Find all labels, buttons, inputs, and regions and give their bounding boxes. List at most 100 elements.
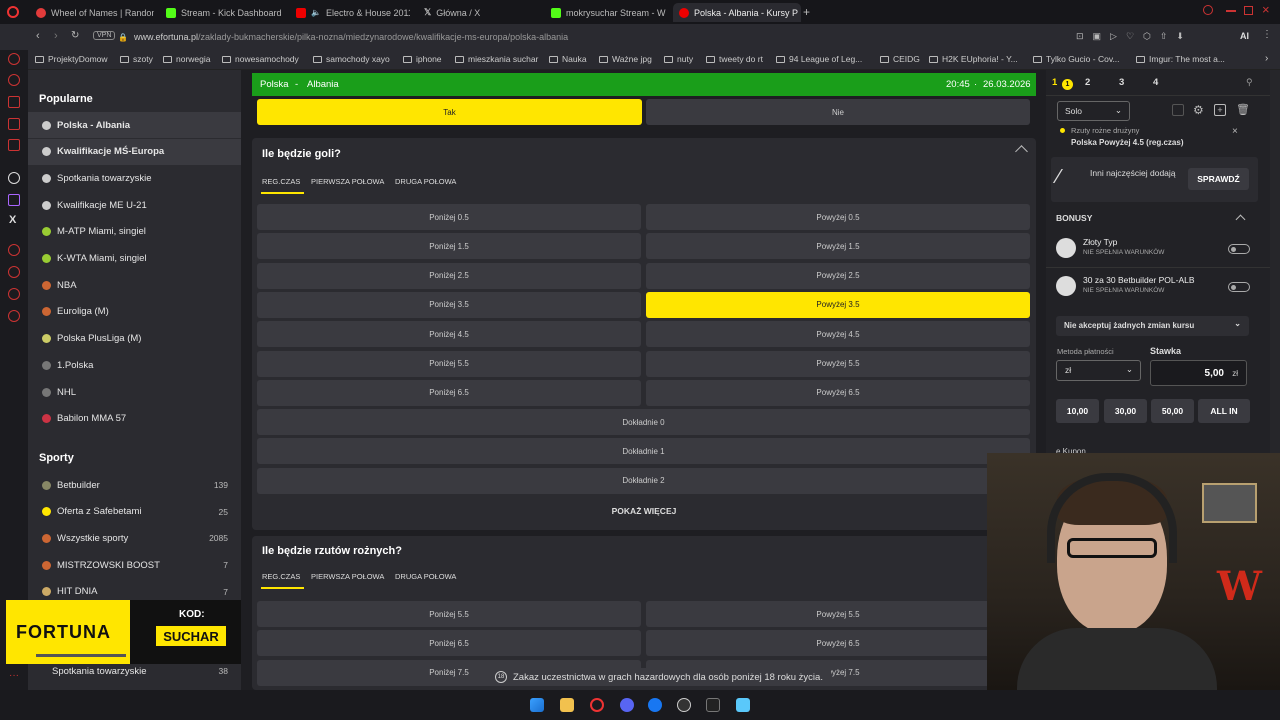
odds-exact[interactable]: Dokładnie 2 bbox=[257, 467, 1030, 494]
pin-icon[interactable] bbox=[8, 266, 20, 278]
quick-stake-button[interactable]: ALL IN bbox=[1198, 399, 1250, 423]
calculator-icon[interactable] bbox=[1172, 104, 1184, 116]
discord-icon[interactable] bbox=[620, 698, 634, 712]
new-tab-button[interactable]: + bbox=[803, 5, 810, 19]
reload-icon[interactable]: ↻ bbox=[71, 30, 79, 41]
odds-over[interactable]: Powyżej 2.5 bbox=[646, 262, 1030, 289]
history-icon[interactable] bbox=[8, 74, 20, 86]
file-explorer-icon[interactable] bbox=[560, 698, 574, 712]
bookmark-item[interactable]: ProjektyDomow bbox=[35, 54, 108, 64]
bookmark-item[interactable]: tweety do rt bbox=[706, 54, 763, 64]
show-more-button[interactable]: POKAŻ WIĘCEJ bbox=[252, 506, 1036, 516]
close-window-icon[interactable]: × bbox=[1262, 2, 1270, 17]
odds-exact[interactable]: Dokładnie 0 bbox=[257, 409, 1030, 435]
sidebar-item[interactable]: Kwalifikacje ME U-21 bbox=[28, 192, 241, 218]
bookmark-item[interactable]: szoty bbox=[120, 54, 153, 64]
windows-start-icon[interactable] bbox=[530, 698, 544, 712]
sidebar-item[interactable]: MISTRZOWSKI BOOST 7 bbox=[28, 552, 241, 578]
check-button[interactable]: SPRAWDŹ bbox=[1188, 168, 1249, 190]
odds-under[interactable]: Poniżej 3.5 bbox=[257, 291, 641, 318]
mail-icon[interactable] bbox=[8, 118, 20, 130]
sidebar-item[interactable]: NHL bbox=[28, 379, 241, 405]
odds-over[interactable]: Powyżej 5.5 bbox=[646, 350, 1030, 377]
back-icon[interactable]: ‹ bbox=[36, 30, 40, 42]
search-tabs-icon[interactable] bbox=[1203, 5, 1213, 15]
odds-exact[interactable]: Dokładnie 1 bbox=[257, 438, 1030, 465]
odds-over[interactable]: Powyżej 5.5 bbox=[646, 601, 1030, 627]
quick-stake-button[interactable]: 10,00 bbox=[1056, 399, 1099, 423]
market-period-tab[interactable]: PIERWSZA POŁOWA bbox=[311, 177, 384, 186]
bookmark-item[interactable]: nuty bbox=[664, 54, 693, 64]
terminal-icon[interactable] bbox=[706, 698, 720, 712]
bookmark-item[interactable]: Imgur: The most a... bbox=[1136, 54, 1225, 64]
odds-under[interactable]: Poniżej 5.5 bbox=[257, 350, 641, 377]
corners-market-title[interactable]: Ile będzie rzutów rożnych? bbox=[262, 545, 402, 557]
odds-over[interactable]: Powyżej 6.5 bbox=[646, 630, 1030, 657]
bookmark-item[interactable]: Tylko Gucio - Cov... bbox=[1033, 54, 1120, 64]
sidebar-item[interactable]: Polska - Albania bbox=[28, 112, 241, 138]
odds-change-select[interactable]: Nie akceptuj żadnych zmian kursu ⌄ bbox=[1056, 316, 1249, 336]
facebook-icon[interactable] bbox=[648, 698, 662, 712]
sidebar-item[interactable]: Babilon MMA 57 bbox=[28, 406, 241, 432]
sidebar-item[interactable]: Spotkania towarzyskie bbox=[28, 165, 241, 191]
match-home-team[interactable]: Polska bbox=[260, 79, 289, 90]
odds-no[interactable]: Nie bbox=[646, 99, 1030, 125]
notepad-icon[interactable] bbox=[736, 698, 750, 712]
odds-under[interactable]: Poniżej 2.5 bbox=[257, 262, 641, 289]
bonus-toggle[interactable] bbox=[1228, 282, 1250, 292]
sidebar-item[interactable]: Kwalifikacje MŚ-Europa bbox=[28, 138, 241, 165]
sidebar-item[interactable]: Wszystkie sporty 2085 bbox=[28, 525, 241, 551]
bookmark-item[interactable]: Nauka bbox=[549, 54, 587, 64]
odds-over[interactable]: Powyżej 0.5 bbox=[646, 204, 1030, 230]
bookmark-item[interactable]: H2K EUphoria! - Y... bbox=[929, 54, 1018, 64]
sidebar-item[interactable]: K-WTA Miami, singiel bbox=[28, 246, 241, 272]
opera-logo-icon[interactable] bbox=[7, 6, 19, 18]
goals-market-title[interactable]: Ile będzie goli? bbox=[262, 148, 341, 160]
trash-icon[interactable]: 🗑 bbox=[1236, 103, 1250, 116]
bookmark-item[interactable]: samochody xayo bbox=[313, 54, 390, 64]
stake-input[interactable]: 5,00 zł bbox=[1150, 360, 1247, 386]
maximize-icon[interactable] bbox=[1244, 6, 1253, 15]
tab-electro-house[interactable]: 🔈 Electro & House 2011 bbox=[290, 3, 410, 22]
odds-yes[interactable]: Tak bbox=[257, 99, 642, 125]
odds-over[interactable]: Powyżej 1.5 bbox=[646, 233, 1030, 260]
collapse-chevron-icon[interactable] bbox=[1015, 145, 1028, 158]
heart-icon[interactable] bbox=[8, 288, 20, 300]
settings-icon[interactable] bbox=[8, 310, 20, 322]
bookmark-item[interactable]: norwegia bbox=[163, 54, 211, 64]
odds-over[interactable]: Powyżej 6.5 bbox=[646, 379, 1030, 406]
vpn-badge[interactable]: VPN bbox=[93, 31, 116, 40]
forward-icon[interactable]: › bbox=[54, 30, 58, 42]
bag-icon[interactable] bbox=[8, 96, 20, 108]
sidebar-item[interactable]: Euroliga (M) bbox=[28, 299, 241, 325]
bookmark-item[interactable]: nowesamochody bbox=[222, 54, 299, 64]
bookmark-item[interactable]: 94 League of Leg... bbox=[776, 54, 862, 64]
chatgpt-icon[interactable] bbox=[8, 172, 20, 184]
twitch-icon[interactable] bbox=[8, 194, 20, 206]
market-period-tab[interactable]: PIERWSZA POŁOWA bbox=[311, 572, 384, 581]
extensions-icons[interactable]: ⊡▣▷♡⬡⇧⬇ bbox=[1076, 31, 1193, 42]
odds-under[interactable]: Poniżej 5.5 bbox=[257, 601, 641, 627]
payment-select[interactable]: zł ⌄ bbox=[1056, 360, 1141, 381]
odds-under[interactable]: Poniżej 0.5 bbox=[257, 204, 641, 230]
x-icon[interactable]: X bbox=[9, 214, 16, 226]
tab-kick-dashboard[interactable]: Stream - Kick Dashboard bbox=[160, 3, 284, 22]
quick-stake-button[interactable]: 50,00 bbox=[1151, 399, 1194, 423]
odds-under[interactable]: Poniżej 4.5 bbox=[257, 321, 641, 348]
tab-x-home[interactable]: 𝕏 Główna / X bbox=[418, 3, 542, 22]
market-period-tab[interactable]: DRUGA POŁOWA bbox=[395, 177, 456, 186]
minimize-icon[interactable] bbox=[1226, 10, 1236, 12]
bookmark-item[interactable]: iphone bbox=[403, 54, 442, 64]
match-away-team[interactable]: Albania bbox=[307, 79, 339, 90]
mic-icon[interactable] bbox=[8, 139, 20, 151]
sidebar-item[interactable]: Oferta z Safebetami 25 bbox=[28, 499, 241, 525]
gear-icon[interactable]: ⚙ bbox=[1193, 103, 1204, 117]
url-bar[interactable]: 🔒 www.efortuna.pl/zaklady-bukmacherskie/… bbox=[118, 28, 1168, 46]
market-period-tab[interactable]: REG.CZAS bbox=[262, 177, 300, 186]
bonus-title[interactable]: BONUSY bbox=[1056, 213, 1092, 223]
market-period-tab[interactable]: DRUGA POŁOWA bbox=[395, 572, 456, 581]
market-period-tab[interactable]: REG.CZAS bbox=[262, 572, 300, 581]
obs-icon[interactable] bbox=[677, 698, 691, 712]
bookmark-item[interactable]: mieszkania suchar bbox=[455, 54, 538, 64]
odds-under[interactable]: Poniżej 6.5 bbox=[257, 379, 641, 406]
